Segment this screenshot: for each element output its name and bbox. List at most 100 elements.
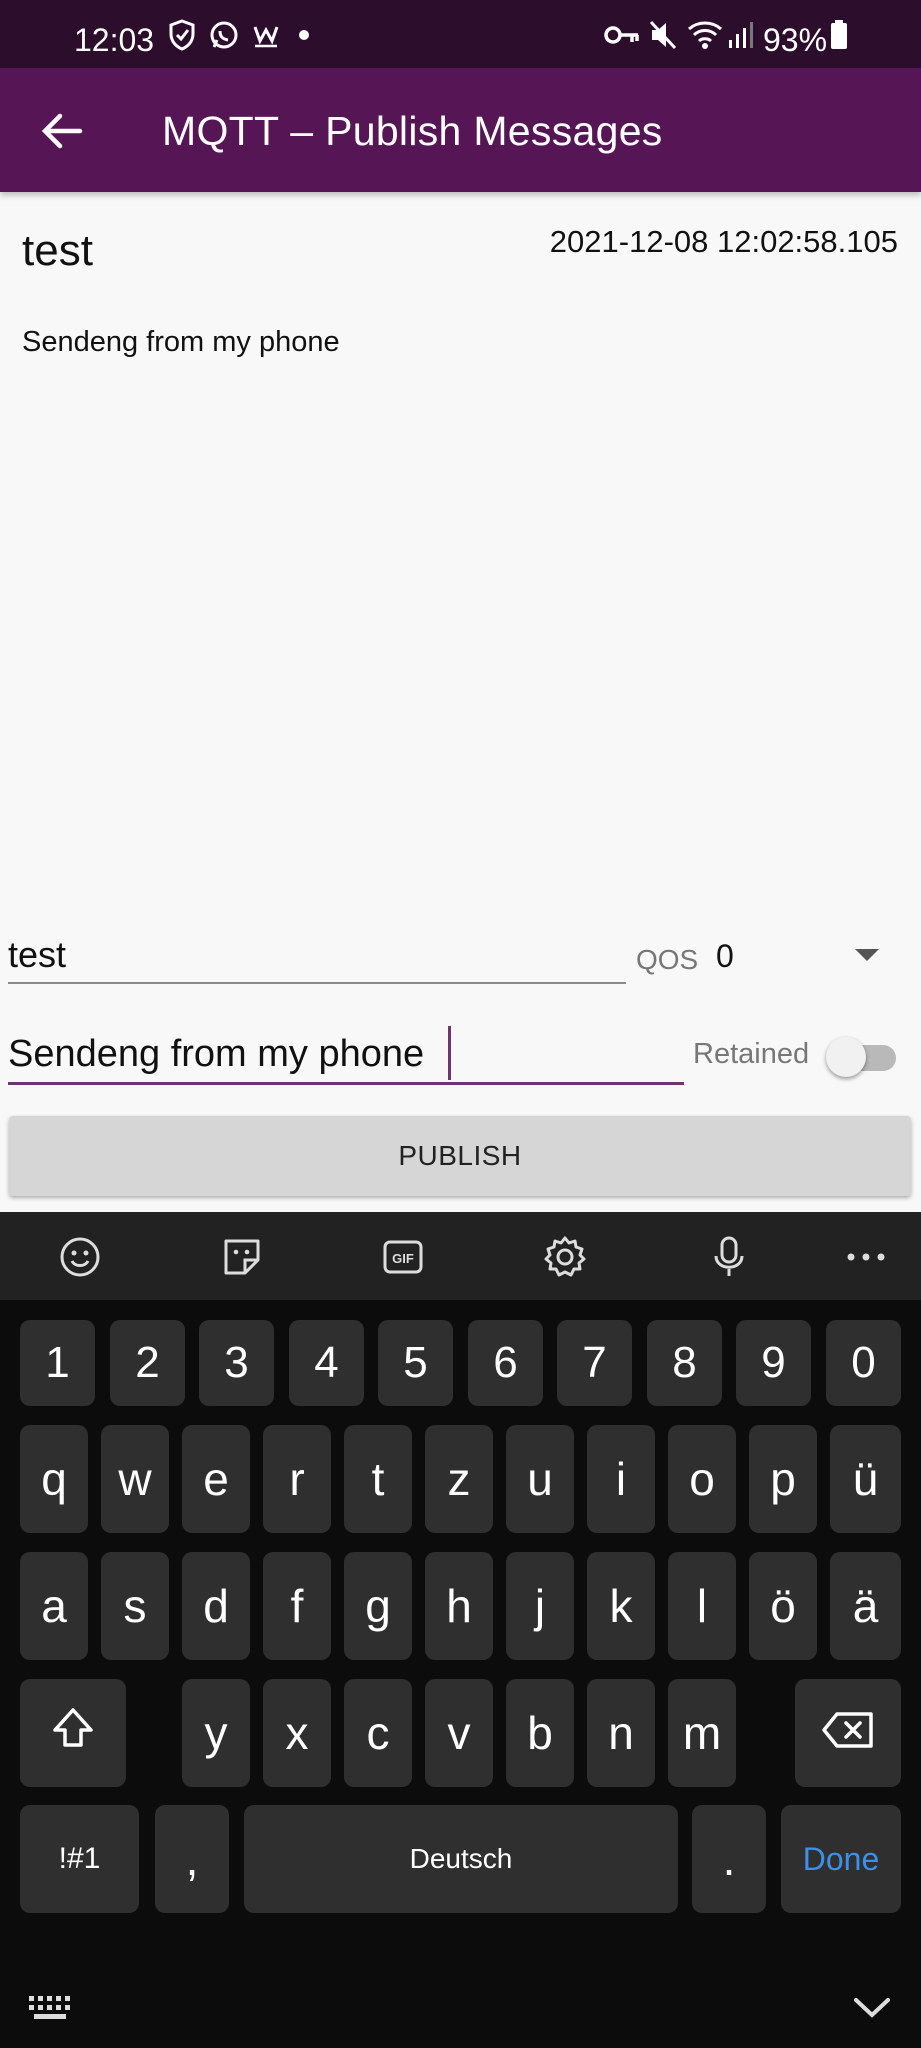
back-button[interactable] — [36, 106, 92, 156]
period-key[interactable]: . — [692, 1805, 766, 1913]
mic-icon[interactable] — [706, 1234, 752, 1280]
shift-icon — [50, 1705, 96, 1762]
key-8[interactable]: 8 — [647, 1320, 722, 1406]
key-d[interactable]: d — [182, 1552, 250, 1660]
shift-key[interactable] — [20, 1679, 126, 1787]
key-g[interactable]: g — [344, 1552, 412, 1660]
key-label: 9 — [761, 1338, 786, 1387]
key-j[interactable]: j — [506, 1552, 574, 1660]
key-label: j — [534, 1580, 546, 1632]
key-v[interactable]: v — [425, 1679, 493, 1787]
key-u[interactable]: u — [506, 1425, 574, 1533]
key-y[interactable]: y — [182, 1679, 250, 1787]
key-label: , — [185, 1833, 199, 1885]
done-key[interactable]: Done — [781, 1805, 901, 1913]
sticker-icon[interactable] — [219, 1234, 265, 1280]
w-icon — [252, 18, 280, 52]
key-i[interactable]: i — [587, 1425, 655, 1533]
key-1[interactable]: 1 — [20, 1320, 95, 1406]
key-e[interactable]: e — [182, 1425, 250, 1533]
message-topic: test — [22, 226, 93, 275]
key-f[interactable]: f — [263, 1552, 331, 1660]
comma-key[interactable]: , — [155, 1805, 229, 1913]
key-q[interactable]: q — [20, 1425, 88, 1533]
key-t[interactable]: t — [344, 1425, 412, 1533]
backspace-icon — [821, 1706, 875, 1760]
key-label: 4 — [314, 1338, 339, 1387]
key-label: b — [527, 1707, 553, 1759]
status-time: 12:03 — [74, 22, 155, 58]
message-input[interactable] — [8, 1026, 684, 1085]
hide-keyboard-icon[interactable] — [852, 1996, 892, 2025]
key-p[interactable]: p — [749, 1425, 817, 1533]
key-label: c — [366, 1707, 390, 1759]
status-bar: 12:03 93% — [0, 0, 921, 68]
key-label: 8 — [672, 1338, 697, 1387]
key-label: w — [118, 1453, 152, 1505]
key-b[interactable]: b — [506, 1679, 574, 1787]
whatsapp-icon — [208, 18, 240, 52]
battery-percent: 93% — [763, 22, 828, 58]
key-4[interactable]: 4 — [289, 1320, 364, 1406]
more-icon[interactable] — [843, 1234, 889, 1280]
shield-icon — [168, 18, 196, 52]
qos-value: 0 — [716, 938, 734, 974]
key-label: i — [615, 1453, 627, 1505]
symbols-key[interactable]: !#1 — [20, 1805, 139, 1913]
key-oe[interactable]: ö — [749, 1552, 817, 1660]
qos-label: QOS — [636, 944, 699, 975]
dot-icon — [298, 18, 310, 52]
key-a[interactable]: a — [20, 1552, 88, 1660]
emoji-icon[interactable] — [57, 1234, 103, 1280]
key-m[interactable]: m — [668, 1679, 736, 1787]
key-label: z — [447, 1453, 471, 1505]
key-label: 3 — [224, 1338, 249, 1387]
keyboard-switch-icon[interactable] — [28, 1994, 74, 2027]
message-body: Sendeng from my phone — [22, 326, 340, 358]
topic-input[interactable] — [8, 928, 626, 984]
key-label: 1 — [45, 1338, 70, 1387]
retained-label: Retained — [693, 1038, 810, 1070]
key-3[interactable]: 3 — [199, 1320, 274, 1406]
arrow-back-icon — [36, 113, 92, 160]
key-ue[interactable]: ü — [830, 1425, 901, 1533]
key-5[interactable]: 5 — [378, 1320, 453, 1406]
page-title: MQTT – Publish Messages — [162, 108, 663, 154]
key-k[interactable]: k — [587, 1552, 655, 1660]
dropdown-arrow-icon — [854, 948, 880, 967]
key-label: u — [527, 1453, 553, 1505]
key-r[interactable]: r — [263, 1425, 331, 1533]
key-6[interactable]: 6 — [468, 1320, 543, 1406]
key-x[interactable]: x — [263, 1679, 331, 1787]
key-label: a — [41, 1580, 67, 1632]
key-2[interactable]: 2 — [110, 1320, 185, 1406]
key-label: 0 — [851, 1338, 876, 1387]
key-label: q — [41, 1453, 67, 1505]
key-label: f — [290, 1580, 304, 1632]
key-7[interactable]: 7 — [557, 1320, 632, 1406]
backspace-key[interactable] — [795, 1679, 901, 1787]
key-c[interactable]: c — [344, 1679, 412, 1787]
key-icon — [604, 18, 640, 52]
key-label: d — [203, 1580, 229, 1632]
key-o[interactable]: o — [668, 1425, 736, 1533]
key-z[interactable]: z — [425, 1425, 493, 1533]
key-w[interactable]: w — [101, 1425, 169, 1533]
key-s[interactable]: s — [101, 1552, 169, 1660]
publish-button[interactable]: PUBLISH — [9, 1116, 911, 1196]
space-key[interactable]: Deutsch — [244, 1805, 678, 1913]
key-label: m — [682, 1707, 722, 1759]
key-0[interactable]: 0 — [826, 1320, 901, 1406]
battery-icon — [830, 18, 848, 52]
key-9[interactable]: 9 — [736, 1320, 811, 1406]
key-label: o — [689, 1453, 715, 1505]
text-cursor — [448, 1026, 451, 1080]
key-h[interactable]: h — [425, 1552, 493, 1660]
key-n[interactable]: n — [587, 1679, 655, 1787]
gif-icon[interactable]: GIF — [380, 1234, 426, 1280]
key-label: t — [371, 1453, 385, 1505]
settings-icon[interactable] — [542, 1234, 588, 1280]
key-ae[interactable]: ä — [830, 1552, 901, 1660]
key-l[interactable]: l — [668, 1552, 736, 1660]
retained-switch[interactable] — [826, 1035, 898, 1077]
